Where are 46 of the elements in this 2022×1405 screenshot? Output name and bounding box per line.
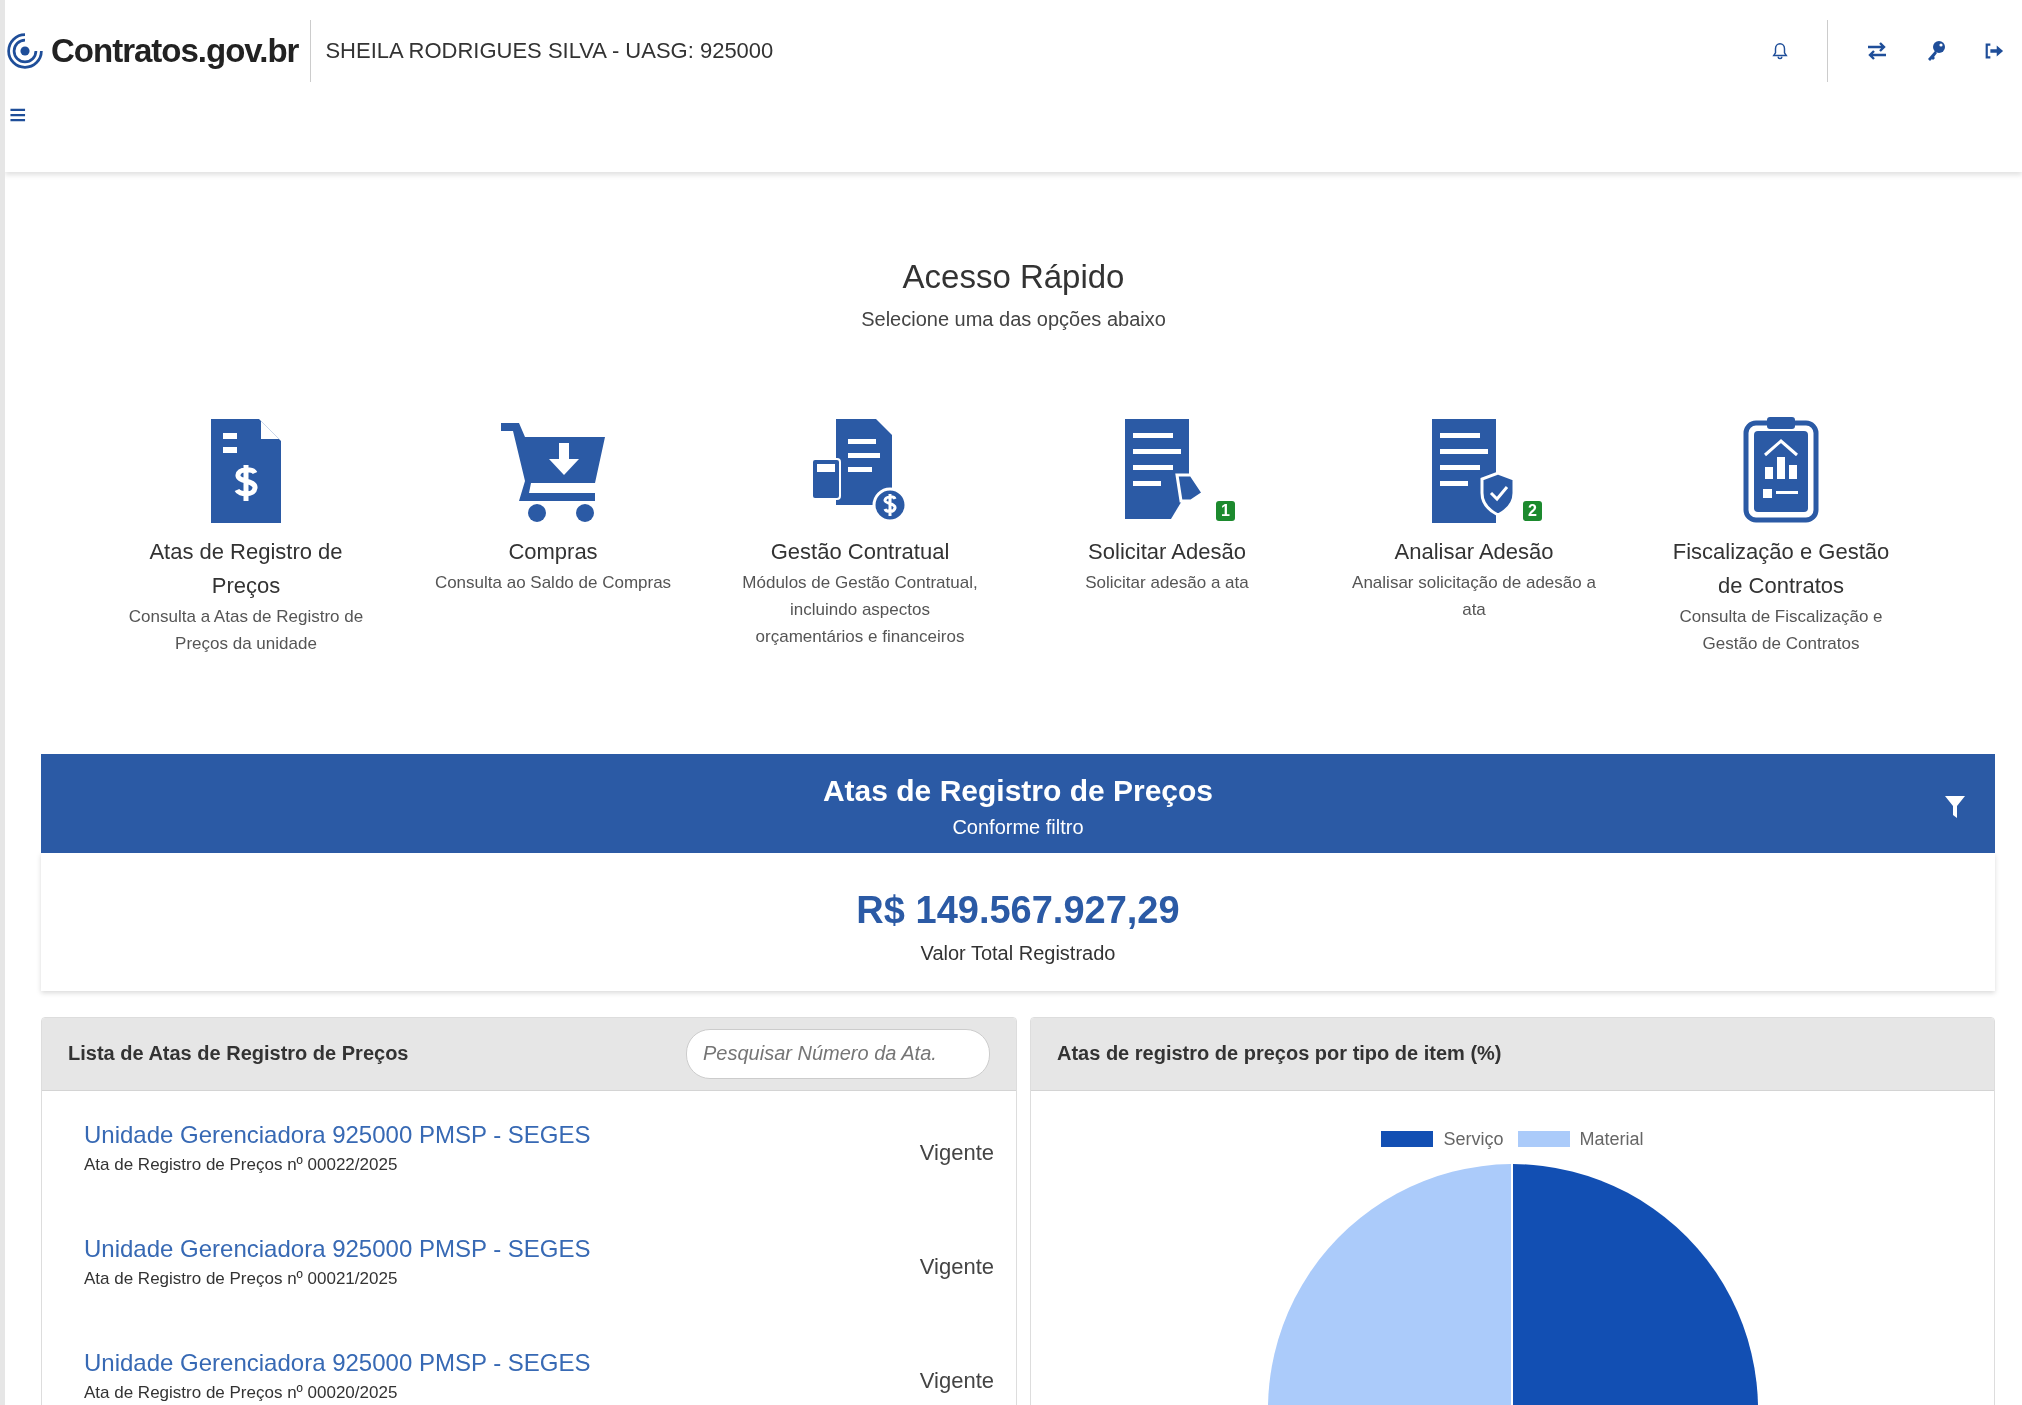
quick-link-title[interactable]: Atas de Registro de Preços bbox=[122, 535, 370, 604]
status-text: Vigente bbox=[919, 1252, 994, 1280]
logout-icon[interactable] bbox=[1984, 42, 2004, 60]
count-badge: 1 bbox=[1216, 501, 1235, 521]
search-field[interactable]: Pesquisar Número da Ata. bbox=[686, 1028, 990, 1079]
list-item-subtitle: Ata de Registro de Preços nº 00020/2025 bbox=[84, 1382, 399, 1403]
quick-link-title[interactable]: Analisar Adesão bbox=[1394, 535, 1554, 570]
key-icon[interactable] bbox=[1926, 40, 1946, 62]
status-text: Vigente bbox=[919, 1138, 994, 1166]
status-text: Vigente bbox=[919, 1366, 994, 1394]
quick-link-description: Consulta ao Saldo de Compras bbox=[434, 572, 672, 595]
legend-label[interactable]: Serviço bbox=[1443, 1128, 1504, 1150]
count-badge: 2 bbox=[1523, 501, 1542, 521]
total-label: Valor Total Registrado bbox=[919, 941, 1117, 965]
menu-button[interactable]: ≡ bbox=[5, 100, 31, 130]
banner-subtitle: Conforme filtro bbox=[952, 815, 1084, 839]
quick-link-description: Analisar solicitação de adesão a ata bbox=[1351, 572, 1597, 622]
calculator-document-icon[interactable] bbox=[812, 419, 908, 523]
section-title: Acesso Rápido bbox=[901, 258, 1126, 296]
quick-link-title[interactable]: Fiscalização e Gestão de Contratos bbox=[1657, 535, 1905, 604]
quick-link-description: Solicitar adesão a ata bbox=[1085, 572, 1249, 595]
quick-link-description: Consulta de Fiscalização e Gestão de Contratos bbox=[1678, 606, 1884, 656]
notification-bell-icon[interactable] bbox=[1771, 41, 1789, 61]
list-item-subtitle: Ata de Registro de Preços nº 00022/2025 bbox=[84, 1154, 399, 1175]
quick-link-description: Consulta a Atas de Registro de Preços da unidade bbox=[127, 606, 365, 656]
quick-link-description: Módulos de Gestão Contratual, incluindo aspectos orçamentários e financeiros bbox=[741, 572, 979, 649]
quick-link-title[interactable]: Solicitar Adesão bbox=[1088, 535, 1246, 570]
swap-arrows-icon[interactable] bbox=[1866, 42, 1888, 60]
clipboard-chart-icon[interactable] bbox=[1743, 415, 1819, 523]
list-item-link[interactable]: Unidade Gerenciadora 925000 PMSP - SEGES bbox=[84, 1234, 591, 1263]
user-info: SHEILA RODRIGUES SILVA - UASG: 925000 bbox=[325, 38, 774, 64]
section-subtitle: Selecione uma das opções abaixo bbox=[860, 308, 1167, 331]
quick-link-title[interactable]: Gestão Contratual bbox=[770, 535, 950, 570]
list-item-link[interactable]: Unidade Gerenciadora 925000 PMSP - SEGES bbox=[84, 1120, 591, 1149]
panel-title: Atas de registro de preços por tipo de item (%) bbox=[1057, 1042, 1502, 1066]
list-item-link[interactable]: Unidade Gerenciadora 925000 PMSP - SEGES bbox=[84, 1348, 591, 1377]
list-item-subtitle: Ata de Registro de Preços nº 00021/2025 bbox=[84, 1268, 399, 1289]
logo-text[interactable]: Contratos.gov.br bbox=[51, 32, 299, 70]
total-value: R$ 149.567.927,29 bbox=[855, 888, 1181, 932]
banner-title: Atas de Registro de Preços bbox=[822, 773, 1214, 808]
document-shield-icon[interactable] bbox=[1432, 419, 1516, 523]
legend-label[interactable]: Material bbox=[1579, 1128, 1644, 1150]
document-dollar-icon[interactable] bbox=[211, 419, 281, 523]
quick-link-title[interactable]: Compras bbox=[508, 535, 598, 570]
filter-icon[interactable] bbox=[1945, 795, 1965, 818]
panel-title: Lista de Atas de Registro de Preços bbox=[68, 1042, 409, 1066]
